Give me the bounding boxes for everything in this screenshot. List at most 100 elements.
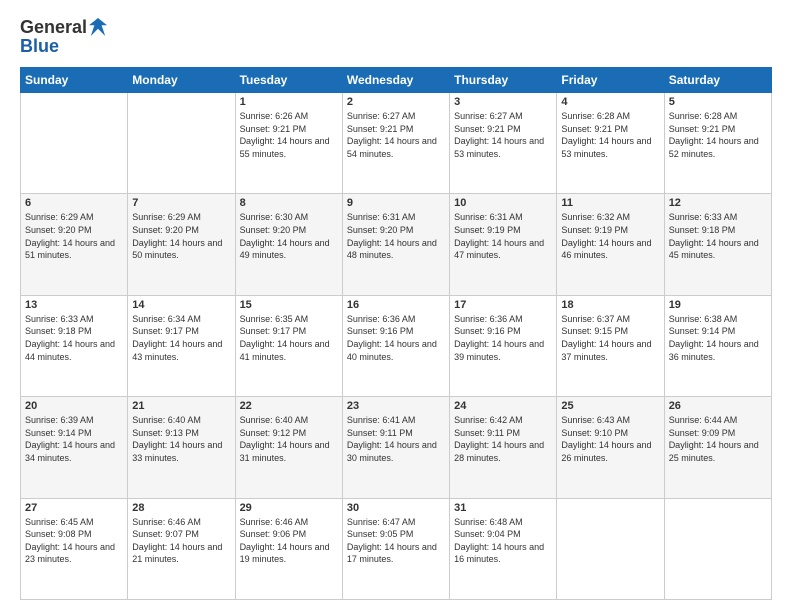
- week-row-3: 13 Sunrise: 6:33 AM Sunset: 9:18 PM Dayli…: [21, 295, 772, 396]
- calendar-cell: [557, 498, 664, 599]
- calendar-cell: 27Sunrise: 6:45 AM Sunset: 9:08 PM Dayli…: [21, 498, 128, 599]
- calendar-cell: 21 Sunrise: 6:40 AM Sunset: 9:13 PM Dayli…: [128, 397, 235, 498]
- calendar-cell: 28Sunrise: 6:46 AM Sunset: 9:07 PM Dayli…: [128, 498, 235, 599]
- day-info: Sunrise: 6:30 AM Sunset: 9:20 PM Dayligh…: [240, 211, 338, 261]
- calendar-cell: 22 Sunrise: 6:40 AM Sunset: 9:12 PM Dayli…: [235, 397, 342, 498]
- day-info: Sunrise: 6:43 AM Sunset: 9:10 PM Dayligh…: [561, 414, 659, 464]
- day-number: 15: [240, 299, 338, 311]
- calendar-cell: 2Sunrise: 6:27 AM Sunset: 9:21 PM Daylig…: [342, 93, 449, 194]
- calendar-cell: 4 Sunrise: 6:28 AM Sunset: 9:21 PM Daylig…: [557, 93, 664, 194]
- day-number: 29: [240, 502, 338, 514]
- day-info: Sunrise: 6:39 AM Sunset: 9:14 PM Dayligh…: [25, 414, 123, 464]
- weekday-friday: Friday: [557, 68, 664, 93]
- calendar-cell: 16Sunrise: 6:36 AM Sunset: 9:16 PM Dayli…: [342, 295, 449, 396]
- calendar-cell: 25 Sunrise: 6:43 AM Sunset: 9:10 PM Dayli…: [557, 397, 664, 498]
- day-info: Sunrise: 6:28 AM Sunset: 9:21 PM Dayligh…: [561, 110, 659, 160]
- day-number: 10: [454, 197, 552, 209]
- day-number: 30: [347, 502, 445, 514]
- calendar-cell: 12 Sunrise: 6:33 AM Sunset: 9:18 PM Dayli…: [664, 194, 771, 295]
- day-number: 18: [561, 299, 659, 311]
- calendar-cell: 3Sunrise: 6:27 AM Sunset: 9:21 PM Daylig…: [450, 93, 557, 194]
- week-row-2: 6 Sunrise: 6:29 AM Sunset: 9:20 PM Daylig…: [21, 194, 772, 295]
- logo-blue-text: Blue: [20, 36, 107, 57]
- day-number: 11: [561, 197, 659, 209]
- day-number: 12: [669, 197, 767, 209]
- calendar-cell: 24 Sunrise: 6:42 AM Sunset: 9:11 PM Dayli…: [450, 397, 557, 498]
- page: General Blue SundayMondayTuesdayWednesda…: [0, 0, 792, 612]
- day-info: Sunrise: 6:31 AM Sunset: 9:20 PM Dayligh…: [347, 211, 445, 261]
- day-info: Sunrise: 6:44 AM Sunset: 9:09 PM Dayligh…: [669, 414, 767, 464]
- day-info: Sunrise: 6:46 AM Sunset: 9:06 PM Dayligh…: [240, 516, 338, 566]
- week-row-1: 1Sunrise: 6:26 AM Sunset: 9:21 PM Daylig…: [21, 93, 772, 194]
- day-number: 25: [561, 400, 659, 412]
- day-number: 9: [347, 197, 445, 209]
- day-number: 8: [240, 197, 338, 209]
- logo: General Blue: [20, 16, 107, 57]
- weekday-monday: Monday: [128, 68, 235, 93]
- day-number: 22: [240, 400, 338, 412]
- day-info: Sunrise: 6:45 AM Sunset: 9:08 PM Dayligh…: [25, 516, 123, 566]
- calendar-cell: 26 Sunrise: 6:44 AM Sunset: 9:09 PM Dayli…: [664, 397, 771, 498]
- calendar-table: SundayMondayTuesdayWednesdayThursdayFrid…: [20, 67, 772, 600]
- day-number: 7: [132, 197, 230, 209]
- weekday-wednesday: Wednesday: [342, 68, 449, 93]
- day-number: 26: [669, 400, 767, 412]
- week-row-4: 20 Sunrise: 6:39 AM Sunset: 9:14 PM Dayli…: [21, 397, 772, 498]
- calendar-cell: 6 Sunrise: 6:29 AM Sunset: 9:20 PM Daylig…: [21, 194, 128, 295]
- day-info: Sunrise: 6:26 AM Sunset: 9:21 PM Dayligh…: [240, 110, 338, 160]
- calendar-cell: 19Sunrise: 6:38 AM Sunset: 9:14 PM Dayli…: [664, 295, 771, 396]
- day-info: Sunrise: 6:47 AM Sunset: 9:05 PM Dayligh…: [347, 516, 445, 566]
- day-info: Sunrise: 6:29 AM Sunset: 9:20 PM Dayligh…: [25, 211, 123, 261]
- day-number: 28: [132, 502, 230, 514]
- calendar-cell: 23Sunrise: 6:41 AM Sunset: 9:11 PM Dayli…: [342, 397, 449, 498]
- weekday-thursday: Thursday: [450, 68, 557, 93]
- calendar-cell: 13 Sunrise: 6:33 AM Sunset: 9:18 PM Dayli…: [21, 295, 128, 396]
- day-info: Sunrise: 6:33 AM Sunset: 9:18 PM Dayligh…: [669, 211, 767, 261]
- day-info: Sunrise: 6:48 AM Sunset: 9:04 PM Dayligh…: [454, 516, 552, 566]
- calendar-cell: 31Sunrise: 6:48 AM Sunset: 9:04 PM Dayli…: [450, 498, 557, 599]
- calendar-cell: [128, 93, 235, 194]
- calendar-cell: 1Sunrise: 6:26 AM Sunset: 9:21 PM Daylig…: [235, 93, 342, 194]
- calendar-cell: 17 Sunrise: 6:36 AM Sunset: 9:16 PM Dayli…: [450, 295, 557, 396]
- weekday-header-row: SundayMondayTuesdayWednesdayThursdayFrid…: [21, 68, 772, 93]
- day-info: Sunrise: 6:40 AM Sunset: 9:13 PM Dayligh…: [132, 414, 230, 464]
- day-info: Sunrise: 6:27 AM Sunset: 9:21 PM Dayligh…: [347, 110, 445, 160]
- logo-general: General: [20, 17, 87, 38]
- calendar-cell: 20 Sunrise: 6:39 AM Sunset: 9:14 PM Dayli…: [21, 397, 128, 498]
- day-info: Sunrise: 6:33 AM Sunset: 9:18 PM Dayligh…: [25, 313, 123, 363]
- day-info: Sunrise: 6:28 AM Sunset: 9:21 PM Dayligh…: [669, 110, 767, 160]
- logo-bird-icon: [89, 16, 107, 38]
- calendar-cell: 10 Sunrise: 6:31 AM Sunset: 9:19 PM Dayli…: [450, 194, 557, 295]
- day-number: 6: [25, 197, 123, 209]
- day-info: Sunrise: 6:42 AM Sunset: 9:11 PM Dayligh…: [454, 414, 552, 464]
- day-info: Sunrise: 6:32 AM Sunset: 9:19 PM Dayligh…: [561, 211, 659, 261]
- day-number: 17: [454, 299, 552, 311]
- day-info: Sunrise: 6:35 AM Sunset: 9:17 PM Dayligh…: [240, 313, 338, 363]
- header: General Blue: [20, 16, 772, 57]
- day-number: 19: [669, 299, 767, 311]
- calendar-cell: 7 Sunrise: 6:29 AM Sunset: 9:20 PM Daylig…: [128, 194, 235, 295]
- day-number: 3: [454, 96, 552, 108]
- day-number: 14: [132, 299, 230, 311]
- day-number: 16: [347, 299, 445, 311]
- day-number: 13: [25, 299, 123, 311]
- calendar-cell: [664, 498, 771, 599]
- day-info: Sunrise: 6:36 AM Sunset: 9:16 PM Dayligh…: [454, 313, 552, 363]
- weekday-sunday: Sunday: [21, 68, 128, 93]
- calendar-cell: [21, 93, 128, 194]
- calendar-cell: 5Sunrise: 6:28 AM Sunset: 9:21 PM Daylig…: [664, 93, 771, 194]
- calendar-cell: 9 Sunrise: 6:31 AM Sunset: 9:20 PM Daylig…: [342, 194, 449, 295]
- day-info: Sunrise: 6:34 AM Sunset: 9:17 PM Dayligh…: [132, 313, 230, 363]
- day-number: 23: [347, 400, 445, 412]
- day-info: Sunrise: 6:40 AM Sunset: 9:12 PM Dayligh…: [240, 414, 338, 464]
- calendar-cell: 18Sunrise: 6:37 AM Sunset: 9:15 PM Dayli…: [557, 295, 664, 396]
- weekday-tuesday: Tuesday: [235, 68, 342, 93]
- day-number: 20: [25, 400, 123, 412]
- day-number: 24: [454, 400, 552, 412]
- day-info: Sunrise: 6:31 AM Sunset: 9:19 PM Dayligh…: [454, 211, 552, 261]
- day-info: Sunrise: 6:29 AM Sunset: 9:20 PM Dayligh…: [132, 211, 230, 261]
- day-number: 4: [561, 96, 659, 108]
- day-number: 21: [132, 400, 230, 412]
- calendar-cell: 8 Sunrise: 6:30 AM Sunset: 9:20 PM Daylig…: [235, 194, 342, 295]
- calendar-cell: 30 Sunrise: 6:47 AM Sunset: 9:05 PM Dayli…: [342, 498, 449, 599]
